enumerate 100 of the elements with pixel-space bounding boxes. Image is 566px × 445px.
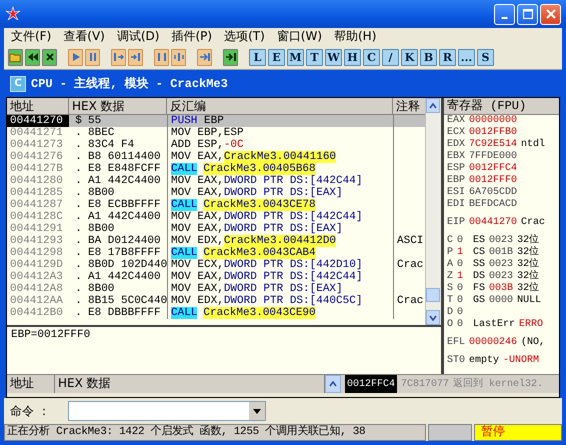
window-button[interactable]: C bbox=[363, 48, 380, 66]
hex-cell-text: BA D0124400 bbox=[87, 235, 162, 247]
window-button[interactable]: T bbox=[306, 48, 323, 66]
segment-selector[interactable]: 0023 bbox=[489, 259, 514, 271]
window-button[interactable]: W bbox=[325, 48, 342, 66]
mark-cell-text: . bbox=[74, 211, 83, 223]
menu-item[interactable]: 窗口(W) bbox=[274, 28, 331, 45]
address-cell-text: 00441287 bbox=[9, 199, 64, 211]
address-cell-text: 0044128C bbox=[9, 211, 64, 223]
play-icon[interactable] bbox=[68, 48, 83, 66]
command-field[interactable] bbox=[68, 401, 266, 421]
selected-row[interactable]: 00441270 $ 55 PUSH EBP bbox=[7, 115, 426, 127]
segment-selector[interactable]: 0000 bbox=[489, 295, 514, 307]
step-into-icon[interactable] bbox=[111, 48, 126, 66]
register-value[interactable]: 00000000 bbox=[469, 115, 518, 127]
instruction-cell: PUSH EBP bbox=[167, 115, 393, 127]
window-button[interactable]: S bbox=[477, 48, 494, 66]
cpu-window-title: CPU - 主线程, 模块 - CrackMe3 bbox=[31, 76, 228, 92]
menu-item[interactable]: 插件(P) bbox=[168, 28, 222, 45]
register-value[interactable]: 6A705CDD bbox=[469, 187, 518, 199]
segment-selector[interactable]: 003B bbox=[489, 283, 514, 295]
segment-name: SS bbox=[473, 259, 486, 271]
register-value[interactable]: 0012FFC4 bbox=[469, 163, 518, 175]
instruction-cell: MOV ECX,DWORD PTR DS:[442D10] bbox=[167, 259, 393, 271]
hex-cell-text: E8 DBBBFFFF bbox=[87, 307, 162, 319]
maximize-button[interactable] bbox=[517, 4, 538, 24]
status-state: 暂停 bbox=[474, 424, 562, 441]
column-header[interactable]: HEX 数据 bbox=[69, 98, 167, 114]
open-icon[interactable] bbox=[8, 48, 23, 66]
window-button[interactable]: K bbox=[401, 48, 418, 66]
flag-value[interactable]: 0 bbox=[457, 319, 464, 331]
mark-cell-text: . bbox=[74, 271, 83, 283]
registers-header[interactable]: 寄存器 (FPU) bbox=[444, 98, 559, 115]
menu-item[interactable]: 帮助(H) bbox=[331, 28, 386, 45]
mark-cell-text: . bbox=[74, 295, 83, 307]
scroll-up-button[interactable] bbox=[426, 98, 440, 113]
window-button[interactable]: E bbox=[268, 48, 285, 66]
address-cell-text: 004412B0 bbox=[9, 307, 64, 319]
register-name: EDI bbox=[447, 199, 466, 211]
mark-cell-text: . bbox=[74, 199, 83, 211]
scroll-thumb[interactable] bbox=[426, 288, 440, 302]
menu-item[interactable]: 选项(T) bbox=[221, 28, 274, 45]
hex-cell-text: 8B00 bbox=[87, 187, 116, 199]
flag-value[interactable]: 0 bbox=[457, 235, 464, 247]
fpu-value: -UNORM bbox=[503, 355, 540, 367]
run-to-return-icon[interactable] bbox=[197, 48, 212, 66]
mark-cell-text: . bbox=[74, 175, 83, 187]
pause-icon[interactable] bbox=[85, 48, 100, 66]
window-button[interactable]: R bbox=[439, 48, 456, 66]
scroll-down-button[interactable] bbox=[426, 310, 440, 325]
segment-name: FS bbox=[473, 283, 486, 295]
register-value[interactable]: 00000246 bbox=[469, 337, 518, 349]
window-button[interactable]: ... bbox=[458, 48, 475, 66]
column-header[interactable]: 反汇编 bbox=[167, 98, 393, 114]
window-button[interactable]: H bbox=[344, 48, 361, 66]
mark-cell-text: . bbox=[74, 223, 83, 235]
register-value[interactable]: 7FFDE000 bbox=[469, 151, 518, 163]
dropdown-icon[interactable] bbox=[248, 402, 265, 420]
step-over-icon[interactable] bbox=[128, 48, 143, 66]
register-value[interactable]: 0012FFB0 bbox=[469, 127, 518, 139]
goto-icon[interactable] bbox=[223, 48, 238, 66]
hex-cell-text: E8 ECBBFFFF bbox=[87, 199, 162, 211]
register-name: ESI bbox=[447, 187, 466, 199]
menu-item[interactable]: 查看(V) bbox=[60, 28, 114, 45]
flag-value[interactable]: 0 bbox=[457, 307, 464, 319]
close-button[interactable] bbox=[540, 4, 561, 24]
address-cell-text: 004412A8 bbox=[9, 283, 64, 295]
window-button[interactable]: M bbox=[287, 48, 304, 66]
register-name: EAX bbox=[447, 115, 466, 127]
register-name: EDX bbox=[447, 139, 466, 151]
flag-value[interactable]: 1 bbox=[457, 271, 464, 283]
scrollbar[interactable] bbox=[425, 98, 441, 325]
segment-selector[interactable]: 001B bbox=[489, 247, 514, 259]
column-header[interactable]: 地址 bbox=[7, 98, 69, 114]
hex-cell-text: B8 60114400 bbox=[87, 151, 162, 163]
minimize-button[interactable] bbox=[494, 4, 515, 24]
address-cell-text: 00441280 bbox=[9, 175, 64, 187]
close-icon[interactable] bbox=[42, 48, 57, 66]
flag-value[interactable]: 0 bbox=[457, 283, 464, 295]
address-cell-text: 0044129D bbox=[9, 259, 64, 271]
window-button[interactable]: L bbox=[249, 48, 266, 66]
register-value[interactable]: 00441270 bbox=[469, 217, 518, 229]
window-button[interactable]: / bbox=[382, 48, 399, 66]
mark-cell-text: . bbox=[74, 163, 83, 175]
register-value[interactable]: BEFDCACD bbox=[469, 199, 518, 211]
register-value[interactable]: 7C92E514 bbox=[469, 139, 518, 151]
segment-name: GS bbox=[473, 295, 486, 307]
flag-value[interactable]: 0 bbox=[457, 259, 464, 271]
scroll-up-button[interactable] bbox=[325, 375, 341, 393]
flag-value[interactable]: 0 bbox=[457, 295, 464, 307]
segment-selector[interactable]: 0023 bbox=[489, 271, 514, 283]
column-header[interactable]: 地址 bbox=[7, 375, 55, 393]
segment-selector[interactable]: 0023 bbox=[489, 235, 514, 247]
flag-value[interactable]: 1 bbox=[457, 247, 464, 259]
window-button[interactable]: B bbox=[420, 48, 437, 66]
register-value[interactable]: 0012FFF0 bbox=[469, 175, 518, 187]
mark-cell-text: . bbox=[74, 283, 83, 295]
menu-item[interactable]: 调试(D) bbox=[114, 28, 168, 45]
menu-item[interactable]: 文件(F) bbox=[8, 28, 60, 45]
rewind-icon[interactable] bbox=[25, 48, 40, 66]
